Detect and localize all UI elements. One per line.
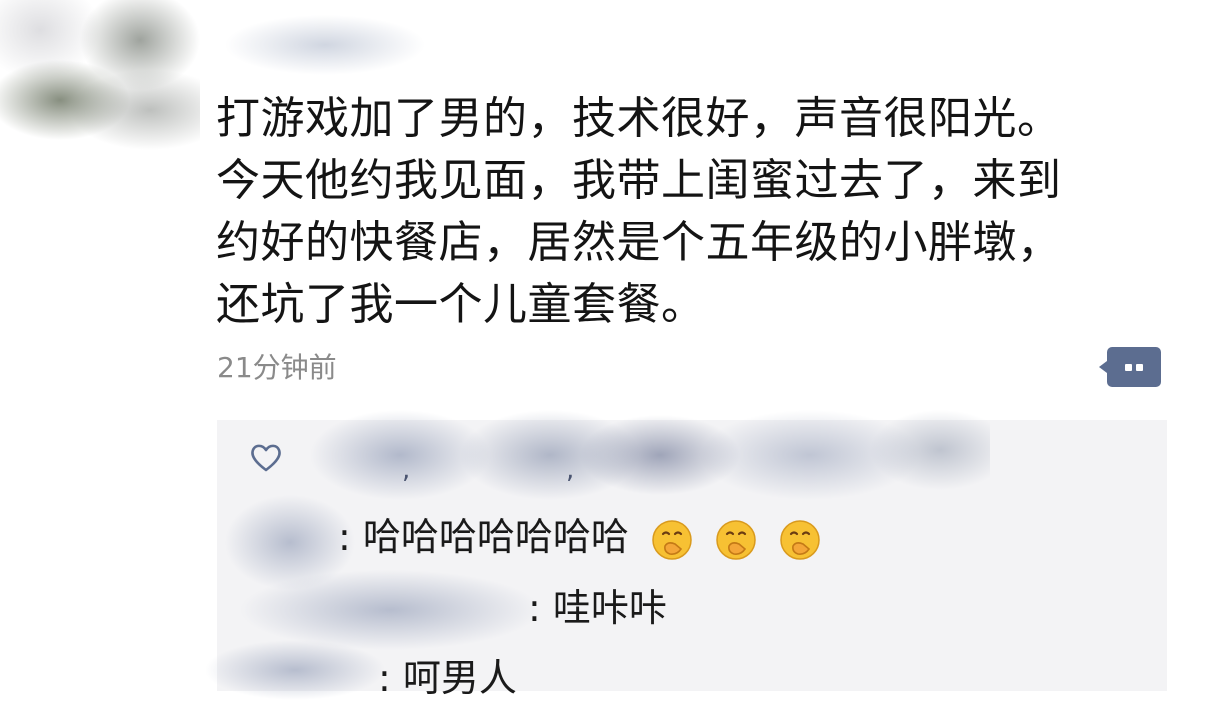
author-name[interactable] <box>225 5 425 85</box>
comment-text: : 哇咔咔 <box>528 586 667 630</box>
commenter-name[interactable] <box>240 570 540 650</box>
post-line: 还坑了我一个儿童套餐。 <box>216 279 706 330</box>
likes-separator: , <box>402 455 411 485</box>
comment-text: : 呵男人 <box>378 656 517 700</box>
comment-bubble-pointer <box>1099 361 1107 373</box>
comment-button[interactable] <box>1099 347 1161 387</box>
comment-item[interactable]: : 哈哈哈哈哈哈哈 <box>338 514 821 561</box>
comment-item[interactable]: : 哇咔咔 <box>528 585 667 631</box>
post-line: 约好的快餐店，居然是个五年级的小胖墩， <box>216 217 1062 268</box>
comment-bubble-dot <box>1136 364 1143 371</box>
grinning-face-with-hand-over-mouth-icon <box>716 519 756 560</box>
comment-bubble-icon <box>1125 364 1132 371</box>
likes-list[interactable] <box>290 400 990 505</box>
post-timestamp: 21分钟前 <box>217 351 337 384</box>
heart-outline-icon[interactable] <box>248 440 284 476</box>
post-content: 打游戏加了男的，技术很好，声音很阳光。 今天他约我见面，我带上闺蜜过去了，来到 … <box>216 88 1206 336</box>
comment-text: : 哈哈哈哈哈哈哈 <box>338 515 629 559</box>
commenter-name[interactable] <box>205 640 385 700</box>
grinning-face-with-hand-over-mouth-icon <box>652 519 692 560</box>
comment-item[interactable]: : 呵男人 <box>378 655 517 701</box>
post-line: 今天他约我见面，我带上闺蜜过去了，来到 <box>216 155 1062 206</box>
avatar[interactable] <box>0 0 200 160</box>
grinning-face-with-hand-over-mouth-icon <box>780 519 820 560</box>
likes-separator: , <box>566 455 575 485</box>
post-line: 打游戏加了男的，技术很好，声音很阳光。 <box>216 93 1062 144</box>
